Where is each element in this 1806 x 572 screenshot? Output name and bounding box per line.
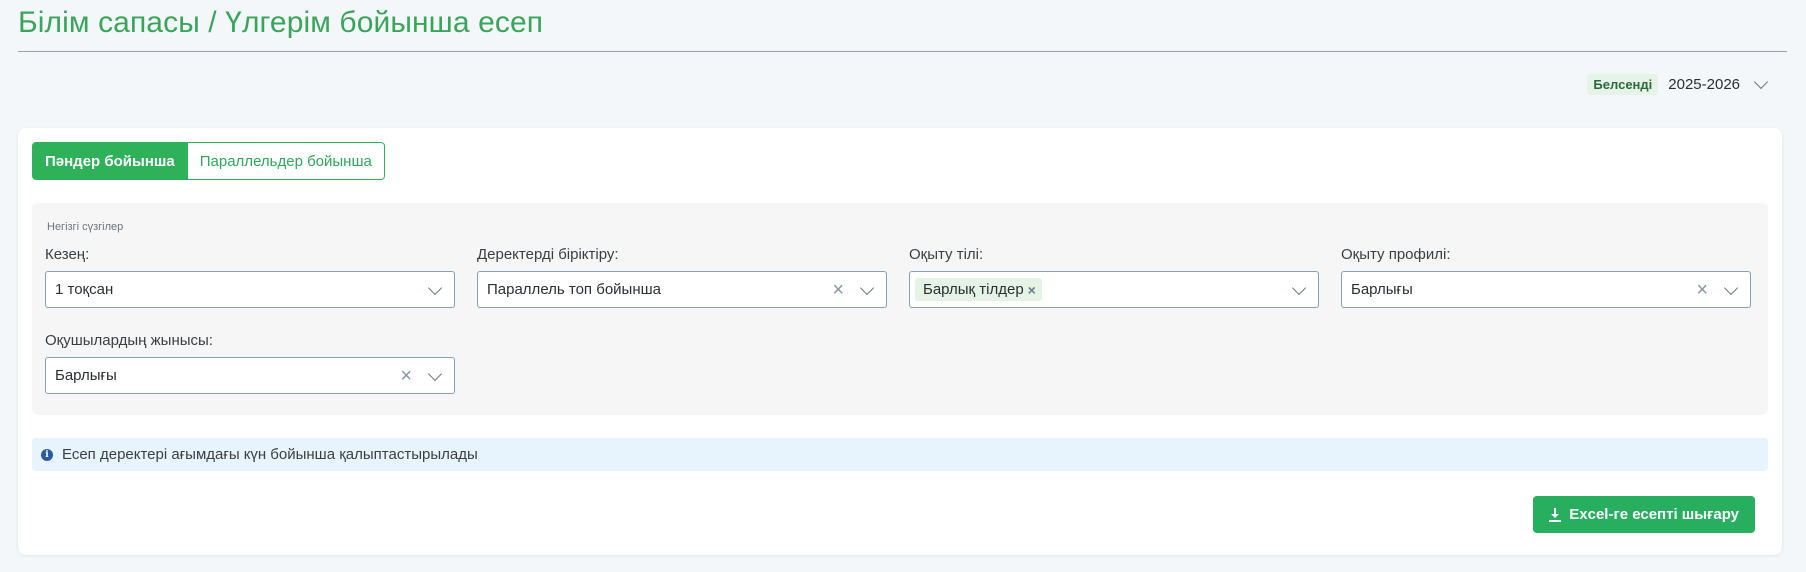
title-divider xyxy=(18,51,1787,52)
academic-year-value: 2025-2026 xyxy=(1668,76,1740,93)
language-chip-label: Барлық тілдер xyxy=(923,281,1024,298)
profile-value: Барлығы xyxy=(1351,281,1413,298)
profile-select[interactable]: Барлығы × xyxy=(1341,271,1751,308)
gender-select[interactable]: Барлығы × xyxy=(45,357,455,394)
academic-year-select[interactable]: Белсенді 2025-2026 xyxy=(1587,74,1769,95)
info-alert: i Есеп деректері ағымдағы күн бойынша қа… xyxy=(32,438,1768,471)
report-tabs: Пәндер бойынша Параллельдер бойынша xyxy=(32,142,385,180)
data-merge-label: Деректерді біріктіру: xyxy=(477,246,619,263)
chevron-down-icon xyxy=(859,280,875,296)
chevron-down-icon xyxy=(1291,280,1307,296)
clear-icon[interactable]: × xyxy=(400,366,412,386)
clear-icon[interactable]: × xyxy=(832,280,844,300)
tab-by-parallels[interactable]: Параллельдер бойынша xyxy=(187,142,385,180)
gender-label: Оқушылардың жынысы: xyxy=(45,332,213,349)
export-excel-label: Excel-ге есепті шығару xyxy=(1569,506,1739,523)
page-title: Білім сапасы / Үлгерім бойынша есеп xyxy=(18,6,544,39)
active-badge: Белсенді xyxy=(1587,74,1659,95)
chevron-down-icon xyxy=(1723,280,1739,296)
period-select[interactable]: 1 тоқсан xyxy=(45,271,455,308)
period-field: Кезең: 1 тоқсан xyxy=(45,246,455,308)
period-value: 1 тоқсан xyxy=(55,281,114,298)
report-card: Пәндер бойынша Параллельдер бойынша Негі… xyxy=(18,128,1782,555)
clear-icon[interactable]: × xyxy=(1696,280,1708,300)
gender-value: Барлығы xyxy=(55,367,117,384)
main-filters-panel: Негізгі сүзгілер Кезең: 1 тоқсан Деректе… xyxy=(32,203,1768,415)
data-merge-value: Параллель топ бойынша xyxy=(487,281,661,298)
data-merge-field: Деректерді біріктіру: Параллель топ бойы… xyxy=(477,246,887,308)
language-select[interactable]: Барлық тілдер × xyxy=(909,271,1319,308)
download-icon xyxy=(1549,507,1562,522)
chevron-down-icon xyxy=(1753,74,1769,90)
tab-by-subjects[interactable]: Пәндер бойынша xyxy=(32,142,188,180)
chevron-down-icon xyxy=(427,280,443,296)
info-text: Есеп деректері ағымдағы күн бойынша қалы… xyxy=(62,446,478,463)
language-label: Оқыту тілі: xyxy=(909,246,984,263)
info-icon: i xyxy=(41,448,53,461)
gender-field: Оқушылардың жынысы: Барлығы × xyxy=(45,332,455,394)
language-chip: Барлық тілдер × xyxy=(915,278,1042,301)
data-merge-select[interactable]: Параллель топ бойынша × xyxy=(477,271,887,308)
language-field: Оқыту тілі: Барлық тілдер × xyxy=(909,246,1319,308)
profile-label: Оқыту профилі: xyxy=(1341,246,1451,263)
period-label: Кезең: xyxy=(45,246,90,263)
profile-field: Оқыту профилі: Барлығы × xyxy=(1341,246,1751,308)
chevron-down-icon xyxy=(427,366,443,382)
remove-chip-icon[interactable]: × xyxy=(1028,282,1036,298)
filters-caption: Негізгі сүзгілер xyxy=(47,221,124,233)
export-excel-button[interactable]: Excel-ге есепті шығару xyxy=(1533,496,1755,533)
